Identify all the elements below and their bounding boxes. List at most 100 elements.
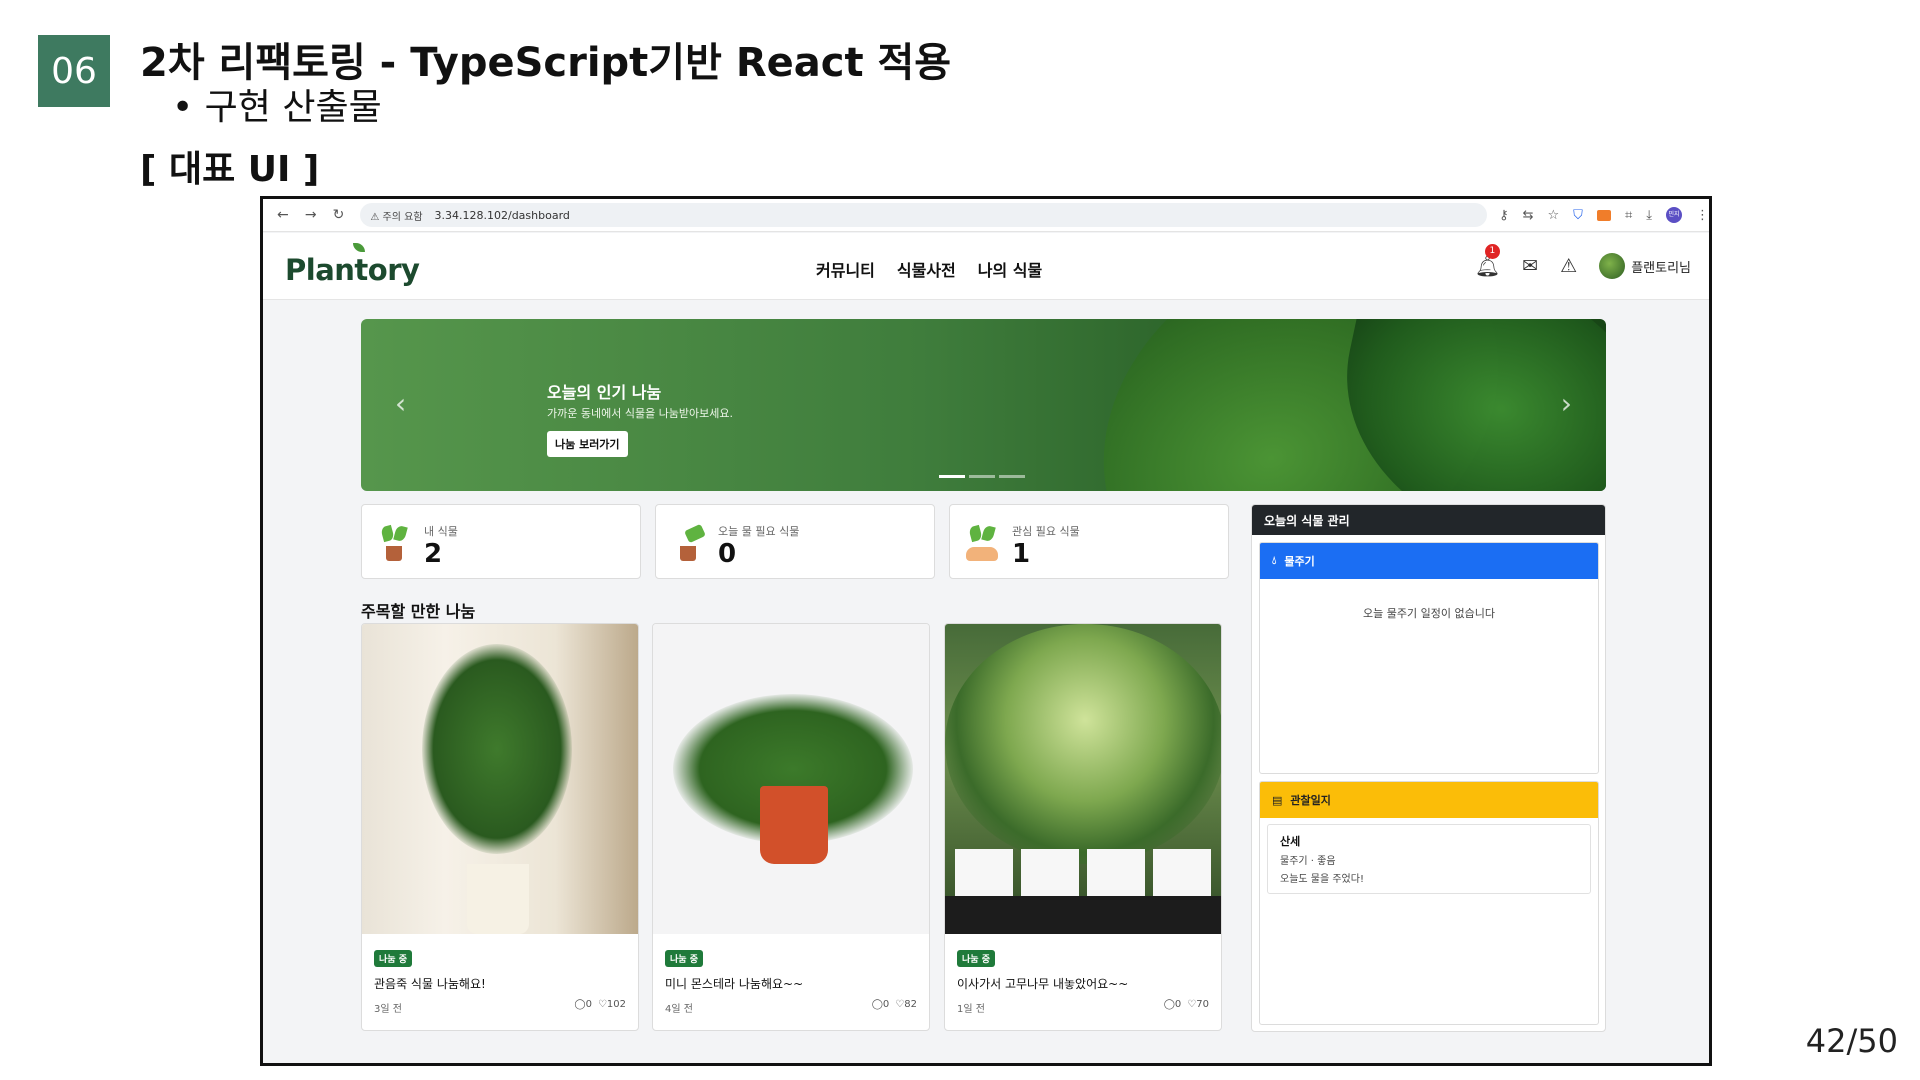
status-badge: 나눔 중 (374, 950, 412, 967)
bookmark-star-icon[interactable]: ☆ (1548, 208, 1560, 223)
shield-extension-icon[interactable]: ⛉ (1573, 208, 1583, 223)
journal-plant-name: 산세 (1280, 835, 1301, 848)
comment-count: ◯0 (1163, 999, 1182, 1010)
presentation-slide: 06 2차 리팩토링 - TypeScript기반 React 적용 • 구현 … (0, 0, 1920, 1080)
card-time: 4일 전 (665, 1004, 693, 1015)
app-header: Plantory 커뮤니티 식물사전 나의 식물 🔔︎ 1 ✉ ⚠ 플랜토리님 (263, 233, 1709, 300)
carousel-prev-icon[interactable]: ‹ (395, 387, 406, 420)
main-navigation: 커뮤니티 식물사전 나의 식물 (816, 257, 1042, 281)
puzzle-icon[interactable]: ⌗ (1625, 208, 1632, 223)
warning-icon[interactable]: ⚠ (1560, 255, 1577, 277)
card-stats: ◯0 ♡70 (1164, 999, 1209, 1010)
notification-count-badge: 1 (1484, 244, 1500, 259)
mail-icon[interactable]: ✉ (1522, 255, 1538, 277)
comment-count: ◯0 (574, 999, 592, 1010)
app-screenshot: ← → ↻ ⚠ 주의 요함 3.34.128.102/dashboard ⚷ ⇆… (260, 196, 1712, 1066)
status-badge: 나눔 중 (665, 950, 703, 967)
nav-community[interactable]: 커뮤니티 (816, 257, 875, 281)
card-stats: ◯0 ♡102 (574, 999, 626, 1010)
panel-title: 오늘의 식물 관리 (1252, 505, 1605, 535)
user-name: 플랜토리님 (1631, 260, 1691, 276)
like-count: ♡102 (597, 999, 626, 1010)
browser-toolbar: ← → ↻ ⚠ 주의 요함 3.34.128.102/dashboard ⚷ ⇆… (263, 199, 1709, 232)
watering-title: 물주기 (1284, 555, 1315, 568)
carousel-dot-2[interactable] (969, 475, 995, 478)
potted-sprout-icon (376, 523, 410, 561)
empty-watering-message: 오늘 물주기 일정이 없습니다 (1363, 607, 1495, 620)
nav-plant-dictionary[interactable]: 식물사전 (897, 257, 956, 281)
like-count: ♡70 (1187, 999, 1209, 1010)
journal-card: ▤ 관찰일지 산세 물주기 · 좋음 오늘도 물을 주었다! (1259, 781, 1599, 1025)
card-title: 이사가서 고무나무 내놓았어요~~ (957, 977, 1129, 991)
plantory-logo[interactable]: Plantory (285, 253, 420, 287)
journal-title: 관찰일지 (1290, 794, 1331, 807)
watering-card: 💧︎ 물주기 오늘 물주기 일정이 없습니다 (1259, 542, 1599, 774)
journal-meta: 물주기 · 좋음 (1280, 856, 1336, 867)
back-icon[interactable]: ← (269, 207, 297, 223)
slide-subtitle: • 구현 산출물 (172, 87, 382, 128)
user-menu[interactable]: 플랜토리님 (1599, 253, 1691, 279)
notification-bell-icon[interactable]: 🔔︎ 1 (1475, 244, 1500, 278)
hands-sprout-icon (964, 523, 998, 561)
status-badge: 나눔 중 (957, 950, 995, 967)
stat-attention-needed[interactable]: 관심 필요 식물 1 (949, 504, 1229, 579)
extension-badge-icon[interactable] (1596, 209, 1611, 221)
share-card[interactable]: 나눔 중 미니 몬스테라 나눔해요~~ 4일 전 ◯0 ♡82 (652, 623, 930, 1031)
browser-extension-icons: ⚷ ⇆ ☆ ⛉ ⌗ ⤓ 민지 ⋮ (1499, 207, 1709, 223)
menu-kebab-icon[interactable]: ⋮ (1696, 208, 1709, 223)
plant-photo (362, 624, 638, 934)
address-bar[interactable]: ⚠ 주의 요함 3.34.128.102/dashboard (360, 203, 1488, 227)
hero-title: 오늘의 인기 나눔 (547, 383, 662, 402)
water-drop-icon: 💧︎ (1272, 554, 1277, 567)
section-number-badge: 06 (38, 35, 110, 107)
stat-my-plants[interactable]: 내 식물 2 (361, 504, 641, 579)
like-count: ♡82 (895, 999, 917, 1010)
share-card[interactable]: 나눔 중 이사가서 고무나무 내놓았어요~~ 1일 전 ◯0 ♡70 (944, 623, 1222, 1031)
stat-label: 오늘 물 필요 식물 (718, 525, 800, 538)
url-text: 3.34.128.102/dashboard (434, 208, 570, 222)
carousel-dot-1[interactable] (939, 475, 965, 478)
carousel-indicators (939, 475, 1025, 478)
card-title: 관음죽 식물 나눔해요! (374, 977, 486, 991)
notebook-icon: ▤ (1272, 793, 1283, 807)
slide-section-label: [ 대표 UI ] (140, 149, 320, 190)
header-actions: 🔔︎ 1 ✉ ⚠ 플랜토리님 (1475, 244, 1691, 279)
stat-value: 2 (424, 539, 443, 569)
security-warning[interactable]: ⚠ 주의 요함 (370, 208, 422, 223)
card-time: 3일 전 (374, 1004, 402, 1015)
plant-photo (653, 624, 929, 934)
nav-my-plants[interactable]: 나의 식물 (978, 257, 1042, 281)
profile-avatar[interactable]: 민지 (1666, 207, 1683, 223)
stat-value: 0 (718, 539, 737, 569)
card-time: 1일 전 (957, 1004, 985, 1015)
download-icon[interactable]: ⤓ (1646, 208, 1652, 223)
stat-water-needed[interactable]: 오늘 물 필요 식물 0 (655, 504, 935, 579)
reload-icon[interactable]: ↻ (325, 207, 353, 223)
watering-header[interactable]: 💧︎ 물주기 (1260, 543, 1598, 579)
translate-icon[interactable]: ⇆ (1523, 208, 1534, 223)
page-number: 42/50 (1805, 1022, 1898, 1060)
featured-section-title: 주목할 만한 나눔 (361, 602, 476, 621)
hero-subtitle: 가까운 동네에서 식물을 나눔받아보세요. (547, 407, 734, 420)
share-card[interactable]: 나눔 중 관음죽 식물 나눔해요! 3일 전 ◯0 ♡102 (361, 623, 639, 1031)
plant-care-panel: 오늘의 식물 관리 💧︎ 물주기 오늘 물주기 일정이 없습니다 ▤ 관찰일지 … (1251, 504, 1606, 1032)
stat-value: 1 (1012, 539, 1031, 569)
journal-note: 오늘도 물을 주었다! (1280, 874, 1364, 885)
card-title: 미니 몬스테라 나눔해요~~ (665, 977, 804, 991)
view-sharing-button[interactable]: 나눔 보러가기 (547, 431, 628, 457)
key-icon[interactable]: ⚷ (1499, 208, 1509, 223)
journal-entry[interactable]: 산세 물주기 · 좋음 오늘도 물을 주었다! (1267, 824, 1591, 894)
hero-banner: ‹ › 오늘의 인기 나눔 가까운 동네에서 식물을 나눔받아보세요. 나눔 보… (361, 319, 1606, 491)
comment-count: ◯0 (871, 999, 890, 1010)
watering-can-icon (670, 523, 706, 561)
card-stats: ◯0 ♡82 (872, 999, 917, 1010)
carousel-dot-3[interactable] (999, 475, 1025, 478)
journal-header[interactable]: ▤ 관찰일지 (1260, 782, 1598, 818)
stat-label: 내 식물 (424, 525, 458, 538)
carousel-next-icon[interactable]: › (1561, 387, 1572, 420)
stat-label: 관심 필요 식물 (1012, 525, 1080, 538)
forward-icon[interactable]: → (297, 207, 325, 223)
logo-leaf-icon (353, 243, 365, 252)
plant-photo (945, 624, 1221, 934)
user-avatar (1599, 253, 1626, 279)
